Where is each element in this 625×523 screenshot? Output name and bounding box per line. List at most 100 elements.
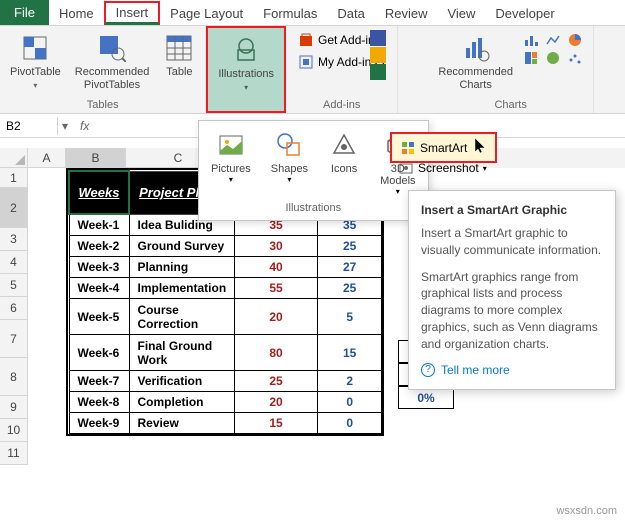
gallery-pictures[interactable]: Pictures ▾ <box>203 125 259 200</box>
pivottable-button[interactable]: PivotTable ▾ <box>4 30 67 92</box>
col-header-b[interactable]: B <box>66 148 126 168</box>
people-icon[interactable] <box>370 64 386 80</box>
row-header[interactable]: 9 <box>0 396 28 419</box>
file-tab[interactable]: File <box>0 0 49 25</box>
cell-week[interactable]: Week-7 <box>69 371 129 392</box>
col-header-a[interactable]: A <box>28 148 66 168</box>
tab-pagelayout[interactable]: Page Layout <box>160 1 253 25</box>
table-button[interactable]: Table <box>157 30 201 81</box>
charts-group: Recommended Charts Charts <box>428 26 594 113</box>
recommended-charts-button[interactable]: Recommended Charts <box>432 30 519 94</box>
cell-sched[interactable]: 20 <box>235 299 318 335</box>
cell-phase[interactable]: Ground Survey <box>129 236 235 257</box>
row-header[interactable]: 2 <box>0 188 28 228</box>
name-box[interactable]: B2 <box>0 117 58 135</box>
cell-sched[interactable]: 30 <box>235 236 318 257</box>
tooltip-tellmemore[interactable]: ? Tell me more <box>421 363 603 377</box>
cell-sched[interactable]: 25 <box>235 371 318 392</box>
cell-sched[interactable]: 55 <box>235 278 318 299</box>
cell-week[interactable]: Week-6 <box>69 335 129 371</box>
cell-sched[interactable]: 80 <box>235 335 318 371</box>
row-header[interactable]: 6 <box>0 297 28 320</box>
tab-review[interactable]: Review <box>375 1 438 25</box>
tab-data[interactable]: Data <box>327 1 374 25</box>
column-chart-icon[interactable] <box>523 32 539 48</box>
cell-phase[interactable]: Final Ground Work <box>129 335 235 371</box>
tab-formulas[interactable]: Formulas <box>253 1 327 25</box>
addins-group-label: Add-ins <box>323 97 360 113</box>
cell-phase[interactable]: Review <box>129 413 235 434</box>
cell-week[interactable]: Week-5 <box>69 299 129 335</box>
gallery-shapes[interactable]: Shapes ▾ <box>263 125 316 200</box>
gallery-icons[interactable]: Icons <box>320 125 368 200</box>
cell-week[interactable]: Week-9 <box>69 413 129 434</box>
dropdown-icon: ▾ <box>244 83 248 92</box>
th-weeks[interactable]: Weeks <box>69 171 129 214</box>
cell-phase[interactable]: Completion <box>129 392 235 413</box>
help-icon: ? <box>421 363 435 377</box>
cell-worked[interactable]: 2 <box>317 371 381 392</box>
tables-group: PivotTable ▾ Recommended PivotTables Tab… <box>0 26 206 113</box>
tab-view[interactable]: View <box>437 1 485 25</box>
screenshot-button[interactable]: Screenshot ▾ <box>390 158 495 178</box>
illustrations-group[interactable]: Illustrations ▾ <box>206 26 286 113</box>
visio-icon[interactable] <box>370 30 386 46</box>
cell-phase[interactable]: Planning <box>129 257 235 278</box>
cell-worked[interactable]: 15 <box>317 335 381 371</box>
line-chart-icon[interactable] <box>545 32 561 48</box>
addins-group: Get Add-ins My Add-ins ▾ Add-ins <box>286 26 398 113</box>
pivottable-label: PivotTable <box>10 66 61 79</box>
cell-worked[interactable]: 0 <box>317 392 381 413</box>
cell-sched[interactable]: 20 <box>235 392 318 413</box>
row-header[interactable]: 5 <box>0 274 28 297</box>
scatter-chart-icon[interactable] <box>567 50 583 66</box>
cell-worked[interactable]: 27 <box>317 257 381 278</box>
cell-sched[interactable]: 40 <box>235 257 318 278</box>
row-header[interactable]: 1 <box>0 168 28 188</box>
name-box-dropdown[interactable]: ▾ <box>58 119 72 133</box>
illustrations-icon <box>230 34 262 66</box>
row-header[interactable]: 4 <box>0 251 28 274</box>
cell-week[interactable]: Week-2 <box>69 236 129 257</box>
icons-icon <box>328 129 360 161</box>
recommended-pivot-label: Recommended PivotTables <box>75 66 150 92</box>
cell-phase[interactable]: Verification <box>129 371 235 392</box>
row-header[interactable]: 7 <box>0 320 28 358</box>
recommended-charts-icon <box>460 32 492 64</box>
cell-week[interactable]: Week-3 <box>69 257 129 278</box>
cell-worked[interactable]: 25 <box>317 236 381 257</box>
cell-week[interactable]: Week-8 <box>69 392 129 413</box>
row-header[interactable]: 10 <box>0 419 28 442</box>
cell-week[interactable]: Week-4 <box>69 278 129 299</box>
cell-worked[interactable]: 25 <box>317 278 381 299</box>
dropdown-icon: ▾ <box>287 175 291 184</box>
cell-week[interactable]: Week-1 <box>69 214 129 236</box>
fx-icon[interactable]: fx <box>72 119 97 133</box>
treemap-icon[interactable] <box>523 50 539 66</box>
dropdown-icon: ▾ <box>483 164 487 173</box>
cell-worked[interactable]: 0 <box>317 413 381 434</box>
pie-chart-icon[interactable] <box>567 32 583 48</box>
tab-insert[interactable]: Insert <box>104 1 161 25</box>
tab-developer[interactable]: Developer <box>485 1 564 25</box>
select-all-corner[interactable] <box>0 148 28 168</box>
bing-icon[interactable] <box>370 47 386 63</box>
tooltip-link-label: Tell me more <box>441 363 510 377</box>
tooltip-para2: SmartArt graphics range from graphical l… <box>421 269 603 353</box>
row-header[interactable]: 11 <box>0 442 28 465</box>
illustrations-button[interactable]: Illustrations ▾ <box>212 32 280 94</box>
cell-sched[interactable]: 15 <box>235 413 318 434</box>
tab-home[interactable]: Home <box>49 1 104 25</box>
row-header[interactable]: 8 <box>0 358 28 396</box>
cell-phase[interactable]: Course Correction <box>129 299 235 335</box>
row-header[interactable]: 3 <box>0 228 28 251</box>
cursor-icon <box>475 138 487 157</box>
table-icon <box>163 32 195 64</box>
cell-phase[interactable]: Implementation <box>129 278 235 299</box>
tooltip-para1: Insert a SmartArt graphic to visually co… <box>421 225 603 259</box>
pictures-icon <box>215 129 247 161</box>
tables-group-label: Tables <box>87 97 119 113</box>
map-chart-icon[interactable] <box>545 50 561 66</box>
recommended-pivot-button[interactable]: Recommended PivotTables <box>69 30 156 94</box>
cell-worked[interactable]: 5 <box>317 299 381 335</box>
